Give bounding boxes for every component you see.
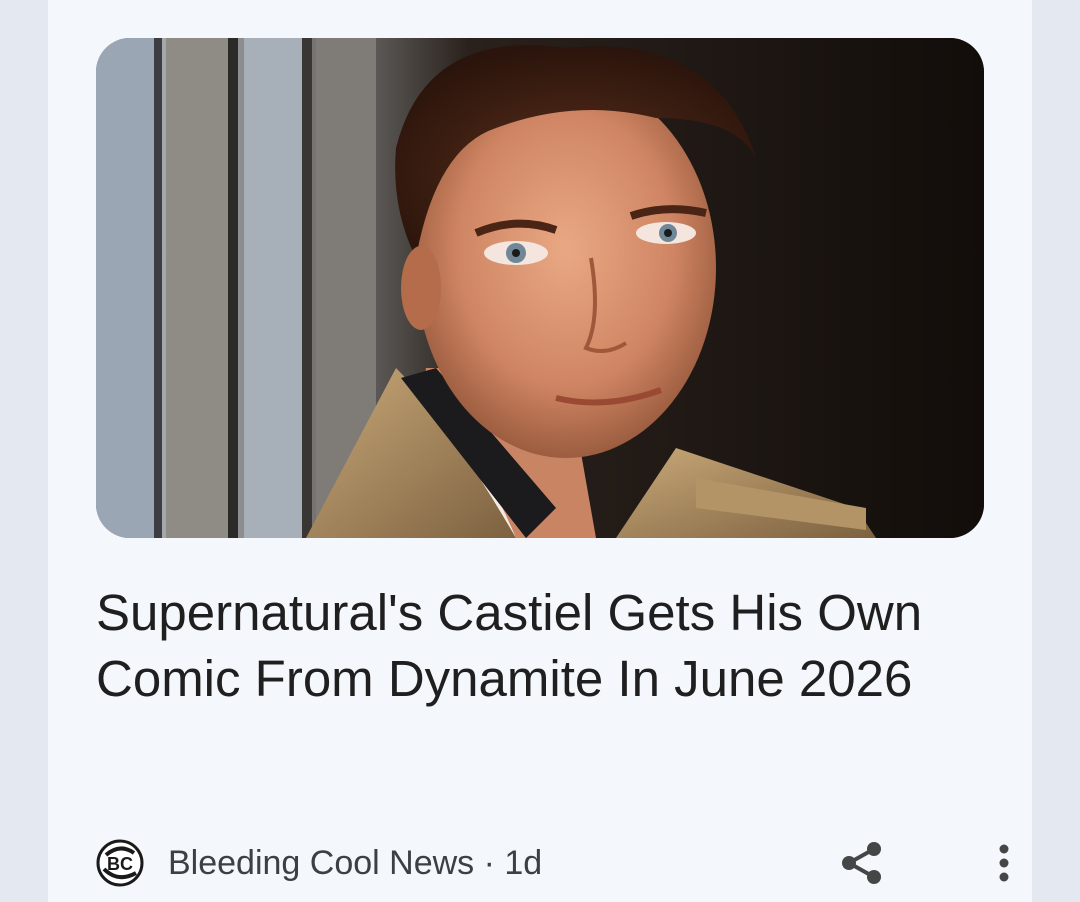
more-options-button[interactable] bbox=[980, 836, 1028, 890]
more-vertical-icon bbox=[999, 844, 1009, 882]
share-button[interactable] bbox=[834, 836, 890, 890]
article-image[interactable] bbox=[96, 38, 984, 538]
castiel-photo bbox=[96, 38, 984, 538]
source-logo-icon: BC bbox=[96, 839, 144, 887]
article-meta: BC Bleeding Cool News · 1d bbox=[96, 836, 1009, 890]
source-logo-text: BC bbox=[107, 854, 133, 874]
article-headline[interactable]: Supernatural's Castiel Gets His Own Comi… bbox=[96, 580, 966, 712]
source-and-age: Bleeding Cool News · 1d bbox=[168, 844, 543, 882]
share-icon bbox=[842, 842, 881, 884]
news-card[interactable]: Supernatural's Castiel Gets His Own Comi… bbox=[48, 0, 1032, 902]
